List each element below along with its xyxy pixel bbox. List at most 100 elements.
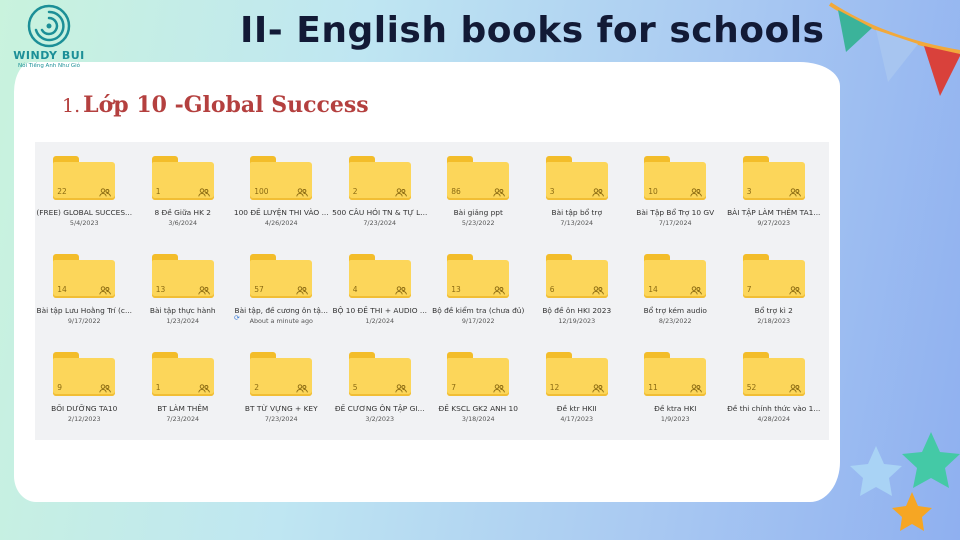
folder-icon[interactable]: 2	[250, 352, 313, 396]
folder-icon[interactable]: 7	[447, 352, 510, 396]
folder-date: 3/18/2024	[461, 415, 495, 423]
folder-name[interactable]: Bài tập, đề cương ôn tậ...	[233, 306, 329, 315]
folder-name[interactable]: ĐỀ KSCL GK2 ANH 10	[430, 404, 526, 413]
folder-date: 9/17/2022	[67, 317, 101, 325]
folder-name[interactable]: Bài tập thực hành	[135, 306, 231, 315]
folder-icon[interactable]: 100	[250, 156, 313, 200]
folder-icon[interactable]: 13	[151, 254, 214, 298]
folder-item[interactable]: 13 Bài tập thực hành 1/23/2024	[134, 254, 233, 352]
folder-icon[interactable]: 2	[348, 156, 411, 200]
folder-item[interactable]: 11 Đề ktra HKI 1/9/2023	[626, 352, 725, 450]
shared-people-icon	[395, 188, 407, 197]
shared-people-icon	[296, 384, 309, 393]
folder-item-count: 22	[57, 187, 67, 196]
folder-name[interactable]: Bài tập Lưu Hoằng Trí (c...	[36, 306, 133, 315]
folder-icon[interactable]: 13	[447, 254, 510, 298]
folder-icon[interactable]: 3	[545, 156, 608, 200]
folder-item-count: 5	[352, 383, 358, 392]
folder-icon[interactable]: 11	[644, 352, 707, 396]
section-title: Lớp 10 -Global Success	[83, 92, 369, 118]
folder-icon[interactable]: 5	[348, 352, 411, 396]
folder-name[interactable]: ĐỀ CƯƠNG ÔN TẬP GI...	[332, 404, 428, 413]
folder-item[interactable]: 6 Bộ đề ôn HKI 2023 12/19/2023	[528, 254, 627, 352]
folder-icon[interactable]: 9	[53, 352, 116, 396]
folder-item[interactable]: 7 ĐỀ KSCL GK2 ANH 10 3/18/2024	[429, 352, 528, 450]
folder-item-count: 14	[57, 285, 67, 294]
folder-item[interactable]: 4 BỘ 10 ĐỀ THI + AUDIO ... 1/2/2024	[331, 254, 430, 352]
folder-name[interactable]: 100 ĐỀ LUYỆN THI VÀO ...	[233, 208, 329, 217]
folder-item[interactable]: 52 Đề thi chính thức vào 1... 4/28/2024	[725, 352, 824, 450]
folder-name[interactable]: Bài Tập Bổ Trợ 10 GV	[627, 208, 723, 217]
folder-icon[interactable]: 1	[151, 352, 214, 396]
folder-icon[interactable]: 52	[742, 352, 805, 396]
folder-item[interactable]: 5 ĐỀ CƯƠNG ÔN TẬP GI... 3/2/2023	[331, 352, 430, 450]
folder-item[interactable]: 10 Bài Tập Bổ Trợ 10 GV 7/17/2024	[626, 156, 725, 254]
folder-grid: 22 (FREE) GLOBAL SUCCES... 5/4/2023 1 8 Đề G…	[35, 142, 829, 450]
folder-item-count: 86	[451, 187, 461, 196]
folder-icon[interactable]: 86	[447, 156, 510, 200]
folder-item[interactable]: 3 Bài tập bổ trợ 7/13/2024	[528, 156, 627, 254]
folder-item[interactable]: 7 Bổ trợ kì 2 2/18/2023	[725, 254, 824, 352]
folder-item[interactable]: 1 8 Đề Giữa HK 2 3/6/2024	[134, 156, 233, 254]
folder-date: 3/6/2024	[168, 219, 198, 227]
folder-icon[interactable]: 14	[53, 254, 116, 298]
stars-decoration	[850, 432, 960, 531]
folder-name[interactable]: Bổ trợ kém audio	[627, 306, 723, 315]
folder-name[interactable]: Bổ trợ kì 2	[726, 306, 822, 315]
folder-item-count: 57	[254, 285, 264, 294]
folder-icon[interactable]: 1	[151, 156, 214, 200]
folder-icon[interactable]: 3	[742, 156, 805, 200]
folder-item[interactable]: 1 BT LÀM THÊM 7/23/2024	[134, 352, 233, 450]
folder-icon[interactable]: 4	[348, 254, 411, 298]
folder-name[interactable]: BT TỪ VỰNG + KEY	[233, 404, 329, 413]
folder-icon[interactable]: 12	[545, 352, 608, 396]
folder-name[interactable]: Bộ đề ôn HKI 2023	[529, 306, 625, 315]
folder-item[interactable]: 22 (FREE) GLOBAL SUCCES... 5/4/2023	[35, 156, 134, 254]
folder-date: 7/23/2024	[166, 415, 200, 423]
folder-date: 2/18/2023	[757, 317, 791, 325]
folder-name[interactable]: BÀI TẬP LÀM THÊM TA1...	[726, 208, 822, 217]
folder-item[interactable]: 100 100 ĐỀ LUYỆN THI VÀO ... 4/26/2024	[232, 156, 331, 254]
folder-item[interactable]: 14 Bổ trợ kém audio 8/23/2022	[626, 254, 725, 352]
folder-item[interactable]: 14 Bài tập Lưu Hoằng Trí (c... 9/17/2022	[35, 254, 134, 352]
folder-item[interactable]: 13 Bộ đề kiểm tra (chưa đủ) 9/17/2022	[429, 254, 528, 352]
folder-name[interactable]: Đề thi chính thức vào 1...	[726, 404, 822, 413]
shared-people-icon	[690, 286, 703, 295]
folder-name[interactable]: 8 Đề Giữa HK 2	[135, 208, 231, 217]
shared-people-icon	[198, 384, 210, 393]
folder-item[interactable]: 86 Bài giảng ppt 5/23/2022	[429, 156, 528, 254]
folder-item-count: 13	[451, 285, 461, 294]
shared-people-icon	[198, 286, 210, 295]
folder-name[interactable]: (FREE) GLOBAL SUCCES...	[36, 208, 132, 217]
folder-name[interactable]: Đề ktr HKII	[529, 404, 625, 413]
folder-name[interactable]: BỒI DƯỠNG TA10	[36, 404, 132, 413]
folder-name[interactable]: Bộ đề kiểm tra (chưa đủ)	[430, 306, 526, 315]
folder-item[interactable]: 3 BÀI TẬP LÀM THÊM TA1... 9/27/2023	[725, 156, 824, 254]
star-green-icon	[902, 432, 960, 488]
logo-brand: WINDY BUI	[13, 49, 85, 62]
folder-name[interactable]: BT LÀM THÊM	[135, 404, 231, 413]
folder-name[interactable]: Đề ktra HKI	[627, 404, 723, 413]
folder-date: 4/28/2024	[757, 415, 791, 423]
folder-name[interactable]: Bài tập bổ trợ	[529, 208, 625, 217]
folder-item[interactable]: 2 500 CÂU HỎI TN & TỰ L... 7/23/2024	[331, 156, 430, 254]
folder-item[interactable]: 9 BỒI DƯỠNG TA10 2/12/2023	[35, 352, 134, 450]
folder-icon[interactable]: 57	[250, 254, 313, 298]
folder-name[interactable]: 500 CÂU HỎI TN & TỰ L...	[332, 208, 428, 217]
shared-people-icon	[395, 384, 407, 393]
folder-icon[interactable]: 14	[644, 254, 707, 298]
folder-icon[interactable]: 22	[53, 156, 116, 200]
folder-item-count: 3	[549, 187, 555, 196]
folder-icon[interactable]: 7	[742, 254, 805, 298]
folder-name[interactable]: BỘ 10 ĐỀ THI + AUDIO ...	[332, 306, 428, 315]
folder-item-count: 9	[57, 383, 63, 392]
folder-item[interactable]: 2 BT TỪ VỰNG + KEY 7/23/2024	[232, 352, 331, 450]
folder-item-count: 52	[746, 383, 757, 392]
folder-icon[interactable]: 10	[644, 156, 707, 200]
folder-date: 3/2/2023	[365, 415, 395, 423]
folder-name[interactable]: Bài giảng ppt	[430, 208, 526, 217]
folder-item-count: 7	[746, 285, 752, 294]
folder-item[interactable]: 12 Đề ktr HKII 4/17/2023	[528, 352, 627, 450]
folder-item[interactable]: 57 ⟳ Bài tập, đề cương ôn tậ... About a min…	[232, 254, 331, 352]
folder-icon[interactable]: 6	[545, 254, 608, 298]
